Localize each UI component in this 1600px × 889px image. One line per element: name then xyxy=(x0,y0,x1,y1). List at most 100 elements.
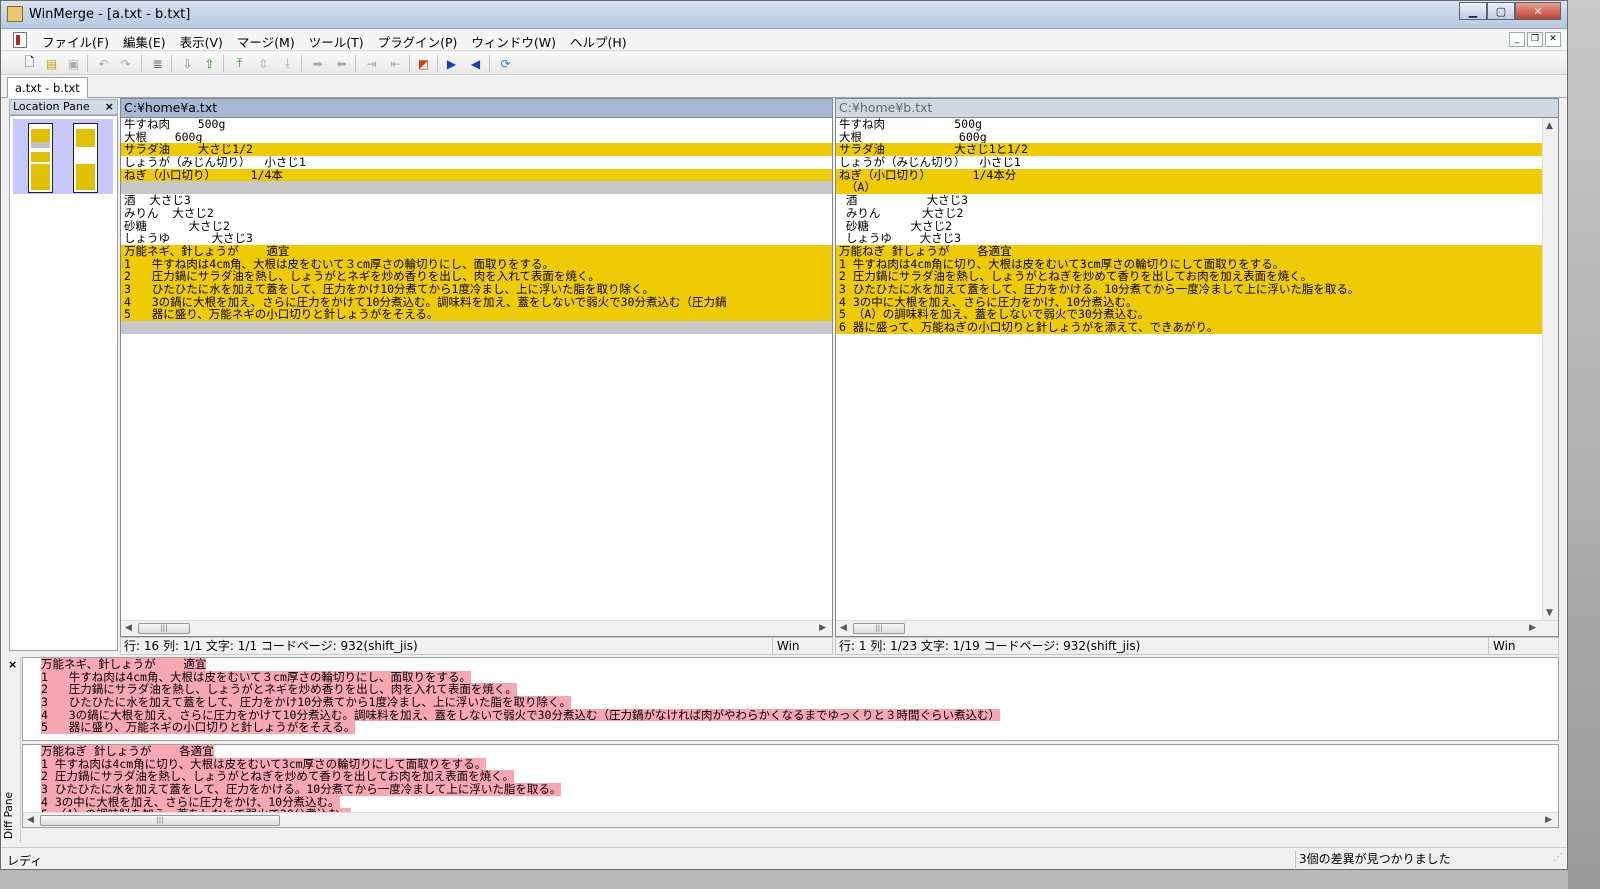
diff-line[interactable]: 5 器に盛り、万能ネギの小口切りと針しょうがをそえる。 xyxy=(121,308,832,321)
left-file-content[interactable]: 牛すね肉 500g 大根 600g サラダ油 大さじ1/2 しょうが（みじん切り） 小… xyxy=(121,118,832,334)
scroll-left-icon[interactable]: ◀ xyxy=(840,623,847,633)
diff-line[interactable]: 1 牛すね肉は4cm角に切り、大根は皮をむいて3cm厚さの輪切りにして面取りをす… xyxy=(836,257,1558,271)
scroll-left-icon[interactable]: ◀ xyxy=(125,623,132,633)
close-diff-pane-icon[interactable]: × xyxy=(8,658,17,671)
tab-a-b[interactable]: a.txt - b.txt xyxy=(7,77,88,98)
menu-item[interactable]: ファイル(F) xyxy=(35,32,116,51)
close-location-pane-icon[interactable]: × xyxy=(105,100,114,114)
diff-line[interactable]: （A） xyxy=(836,181,1558,195)
scroll-down-icon[interactable]: ▼ xyxy=(1546,608,1553,618)
gap-line[interactable] xyxy=(121,321,832,334)
location-viewport[interactable] xyxy=(13,119,113,194)
diff-line[interactable]: 4 3の中に大根を加え、さらに圧力をかけ、10分煮込む。 xyxy=(836,295,1558,309)
copy-right-advance-icon[interactable]: ⇥ xyxy=(363,55,380,72)
copy-left-icon[interactable]: ⬅ xyxy=(333,55,350,72)
text-line[interactable]: しょうが（みじん切り） 小さじ1 xyxy=(836,156,1558,169)
diff-detail-line[interactable]: 1 牛すね肉は4cm角、大根は皮をむいて３cm厚さの輪切りにし、面取りをする。 xyxy=(23,670,1558,684)
text-line[interactable]: みりん 大さじ2 xyxy=(836,207,1558,220)
close-button[interactable]: ✕ xyxy=(1515,2,1561,20)
text-line[interactable]: 酒 大さじ3 xyxy=(836,194,1558,207)
text-line[interactable]: 大根 600g xyxy=(121,131,832,144)
left-file-pane[interactable]: C:¥home¥a.txt 牛すね肉 500g 大根 600g サラダ油 大さじ1/… xyxy=(120,98,833,637)
left-horizontal-scrollbar[interactable]: ◀ ||| ▶ xyxy=(121,620,832,636)
save-icon[interactable]: ▣ xyxy=(65,55,82,72)
mdi-restore-button[interactable]: ❐ xyxy=(1527,32,1543,47)
all-right-icon[interactable]: ▶ xyxy=(443,55,460,72)
right-file-content[interactable]: 牛すね肉 500g 大根 600g サラダ油 大さじ1と1/2 しょうが（みじん切り）… xyxy=(836,118,1558,334)
redo-icon[interactable]: ↷ xyxy=(117,55,134,72)
diff-line[interactable]: ねぎ（小口切り） 1/4本 xyxy=(121,168,832,182)
minimize-button[interactable]: ▁ xyxy=(1459,2,1487,20)
text-line[interactable]: 砂糖 大さじ2 xyxy=(836,220,1558,233)
scroll-up-icon[interactable]: ▲ xyxy=(1546,121,1553,131)
current-diff-icon[interactable]: ⇳ xyxy=(255,55,272,72)
diff-line[interactable]: 3 ひたひたに水を加えて蓋をして、圧力をかける。10分煮てから一度冷まして上に浮… xyxy=(836,282,1558,296)
maximize-button[interactable]: ▢ xyxy=(1487,2,1515,20)
menu-item[interactable]: 表示(V) xyxy=(173,32,230,51)
new-icon[interactable]: 🗋 xyxy=(21,55,38,72)
winmerge-app-icon[interactable] xyxy=(7,6,23,22)
diff-line[interactable]: 万能ネギ、針しょうが 適宜 xyxy=(121,244,832,258)
diff-detail-line[interactable]: 2 圧力鍋にサラダ油を熱し、しょうがとネギを炒め香りを出し、肉を入れて表面を焼く… xyxy=(23,683,1558,697)
text-line[interactable]: しょうが（みじん切り） 小さじ1 xyxy=(121,156,832,169)
text-line[interactable]: みりん 大さじ2 xyxy=(121,207,832,220)
gap-line[interactable] xyxy=(121,181,832,195)
diff-detail-line[interactable]: 4 3の中に大根を加え、さらに圧力をかけ、10分煮込む。 xyxy=(23,795,1558,809)
scroll-right-icon[interactable]: ▶ xyxy=(819,623,826,633)
scroll-thumb[interactable]: ||| xyxy=(40,815,280,826)
mdi-minimize-button[interactable]: _ xyxy=(1509,32,1525,47)
text-line[interactable]: 大根 600g xyxy=(836,131,1558,144)
copy-right-icon[interactable]: ➡ xyxy=(309,55,326,72)
diff-detail-line[interactable]: 2 圧力鍋にサラダ油を熱し、しょうがとねぎを炒めて香りを出してお肉を加え表面を焼… xyxy=(23,770,1558,784)
diff-line[interactable]: サラダ油 大さじ1と1/2 xyxy=(836,143,1558,157)
diff-detail-line[interactable]: 万能ネギ、針しょうが 適宜 xyxy=(23,658,1558,671)
diff-line[interactable]: 6 器に盛って、万能ねぎの小口切りと針しょうがを添えて、できあがり。 xyxy=(836,321,1558,334)
first-diff-icon[interactable]: ⤒ xyxy=(231,55,248,72)
menu-item[interactable]: 編集(E) xyxy=(116,32,173,51)
menu-item[interactable]: プラグイン(P) xyxy=(371,32,465,51)
diff-detail-line[interactable]: 1 牛すね肉は4cm角に切り、大根は皮をむいて3cm厚さの輪切りにして面取りをす… xyxy=(23,757,1558,771)
diff-detail-line[interactable]: 3 ひたひたに水を加えて蓋をして、圧力をかける。10分煮てから一度冷まして上に浮… xyxy=(23,783,1558,796)
undo-icon[interactable]: ↶ xyxy=(95,55,112,72)
diff-line[interactable]: ねぎ（小口切り） 1/4本分 xyxy=(836,168,1558,182)
menu-item[interactable]: ヘルプ(H) xyxy=(563,32,634,51)
document-icon[interactable] xyxy=(13,32,27,48)
text-line[interactable]: しょうゆ 大さじ3 xyxy=(836,232,1558,245)
text-line[interactable]: 牛すね肉 500g xyxy=(121,118,832,131)
diff-detail-line[interactable]: 4 3の鍋に大根を加え、さらに圧力をかけて10分煮込む。調味料を加え、蓋をしない… xyxy=(23,708,1558,722)
diff-pane-top[interactable]: 万能ネギ、針しょうが 適宜 1 牛すね肉は4cm角、大根は皮をむいて３cm厚さの輪… xyxy=(22,657,1559,741)
diff-line[interactable]: サラダ油 大さじ1/2 xyxy=(121,143,832,157)
diff-line[interactable]: 2 圧力鍋にサラダ油を熱し、しょうがとネギを炒め香りを出し、肉を入れて表面を焼く… xyxy=(121,270,832,283)
location-pane[interactable] xyxy=(9,115,118,651)
right-file-pane[interactable]: C:¥home¥b.txt 牛すね肉 500g 大根 600g サラダ油 大さじ1と… xyxy=(835,98,1559,637)
menu-item[interactable]: ツール(T) xyxy=(302,32,371,51)
diff-line[interactable]: 5 （A）の調味料を加え、蓋をしないで弱火で30分煮込む。 xyxy=(836,308,1558,321)
text-line[interactable]: しょうゆ 大さじ3 xyxy=(121,232,832,245)
next-diff-icon[interactable]: ⇩ xyxy=(179,55,196,72)
diff-scroll-track[interactable]: ◀ ||| ▶ xyxy=(23,813,1558,827)
refresh-icon[interactable]: ⟳ xyxy=(497,55,514,72)
scroll-right-icon[interactable]: ▶ xyxy=(1545,815,1552,825)
diff-detail-line[interactable]: 万能ねぎ 針しょうが 各適宜 xyxy=(23,745,1558,758)
diff-detail-line[interactable]: 5 器に盛り、万能ネギの小口切りと針しょうがをそえる。 xyxy=(23,721,1558,735)
resize-grip-icon[interactable]: ⋰ xyxy=(1553,852,1565,866)
diff-horizontal-scrollbar[interactable]: ◀ ||| ▶ xyxy=(23,812,1558,827)
last-diff-icon[interactable]: ⤓ xyxy=(279,55,296,72)
diff-line[interactable]: 2 圧力鍋にサラダ油を熱し、しょうがとねぎを炒めて香りを出してお肉を加え表面を焼… xyxy=(836,270,1558,283)
text-line[interactable]: 酒 大さじ3 xyxy=(121,194,832,207)
text-line[interactable]: 砂糖 大さじ2 xyxy=(121,220,832,233)
diff-detail-line[interactable]: 3 ひたひたに水を加えて蓋をして、圧力をかけ10分煮てから1度冷まし、上に浮いた… xyxy=(23,696,1558,709)
scroll-thumb[interactable]: ||| xyxy=(138,623,190,634)
text-line[interactable]: 牛すね肉 500g xyxy=(836,118,1558,131)
right-horizontal-scrollbar[interactable]: ◀ ||| ▶ xyxy=(836,620,1558,636)
scroll-right-icon[interactable]: ▶ xyxy=(1529,623,1536,633)
mdi-close-button[interactable]: ✕ xyxy=(1545,32,1561,47)
diff-line[interactable]: 3 ひたひたに水を加えて蓋をして、圧力をかけ10分煮てから1度冷まし、上に浮いた… xyxy=(121,282,832,296)
all-left-icon[interactable]: ◀ xyxy=(467,55,484,72)
right-vertical-scrollbar[interactable]: ▲ ▼ xyxy=(1542,118,1558,621)
diff-line[interactable]: 1 牛すね肉は4cm角、大根は皮をむいて３cm厚さの輪切りにし、面取りをする。 xyxy=(121,257,832,271)
prev-diff-icon[interactable]: ⇧ xyxy=(201,55,218,72)
diff-line[interactable]: 万能ねぎ 針しょうが 各適宜 xyxy=(836,244,1558,258)
menu-item[interactable]: ウィンドウ(W) xyxy=(464,32,563,51)
diff-pane-bottom[interactable]: 万能ねぎ 針しょうが 各適宜 1 牛すね肉は4cm角に切り、大根は皮をむいて3cm… xyxy=(22,744,1559,828)
